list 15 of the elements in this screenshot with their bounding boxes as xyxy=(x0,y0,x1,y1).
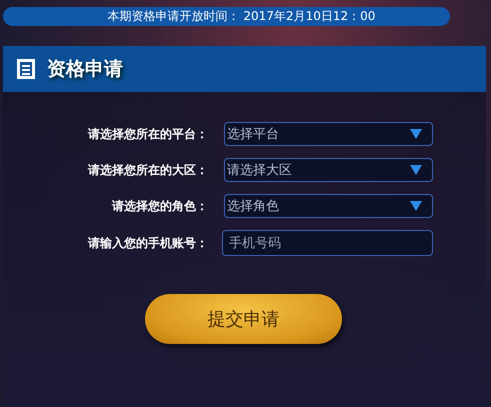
field-label: 请选择您所在的平台： xyxy=(86,126,208,142)
submit-button[interactable]: 提交申请 xyxy=(145,294,342,344)
phone-input-field[interactable]: 手机号码 xyxy=(222,230,433,256)
field-label: 请选择您的角色： xyxy=(110,198,208,214)
caret-icon xyxy=(410,129,422,139)
field-label: 请选择您所在的大区： xyxy=(86,162,208,178)
dropdown-field[interactable]: 选择平台 xyxy=(224,122,433,146)
caret-icon xyxy=(410,165,422,175)
notice-banner: 本期资格申请开放时间： 2017年2月10日12：00 xyxy=(3,7,450,26)
document-icon xyxy=(17,59,35,79)
field-label: 请输入您的手机账号： xyxy=(86,234,208,252)
caret-icon xyxy=(410,201,422,211)
panel-title: 资格申请 xyxy=(47,57,123,82)
dropdown-field[interactable]: 请选择大区 xyxy=(224,158,433,182)
dropdown-field[interactable]: 选择角色 xyxy=(224,194,433,218)
